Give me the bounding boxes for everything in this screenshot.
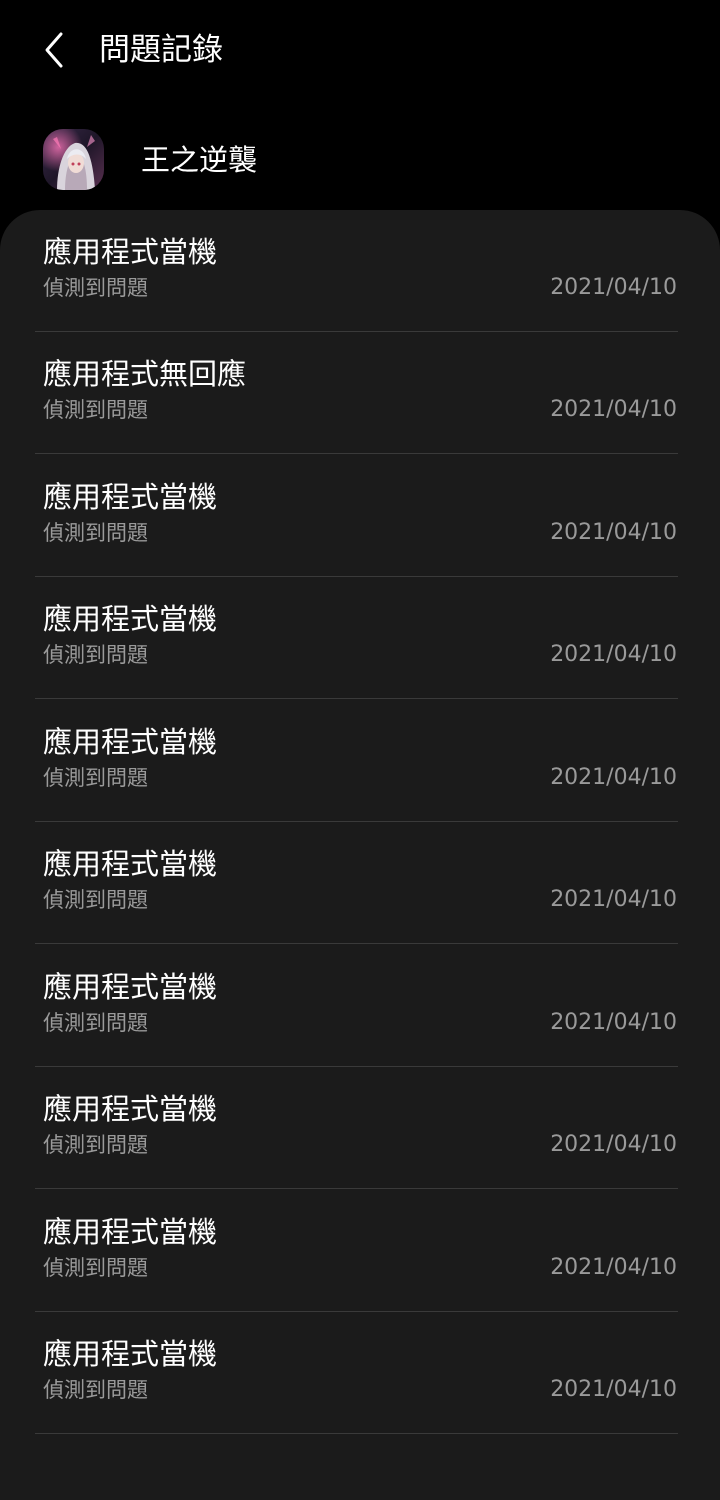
divider bbox=[35, 1433, 678, 1434]
item-subtitle: 偵測到問題 bbox=[43, 398, 148, 422]
item-date: 2021/04/10 bbox=[550, 765, 677, 790]
page-title: 問題記錄 bbox=[99, 32, 223, 68]
list-item[interactable]: 應用程式當機 偵測到問題 2021/04/10 bbox=[0, 1067, 720, 1189]
item-subtitle: 偵測到問題 bbox=[43, 766, 148, 790]
list-item[interactable]: 應用程式當機 偵測到問題 2021/04/10 bbox=[0, 1190, 720, 1312]
item-title: 應用程式當機 bbox=[43, 602, 218, 636]
item-subtitle: 偵測到問題 bbox=[43, 1256, 148, 1280]
app-name: 王之逆襲 bbox=[141, 143, 258, 177]
app-info-row: 王之逆襲 bbox=[0, 120, 720, 204]
item-title: 應用程式當機 bbox=[43, 970, 218, 1004]
item-title: 應用程式當機 bbox=[43, 1215, 218, 1249]
top-app-bar: 問題記錄 bbox=[0, 0, 720, 100]
item-subtitle: 偵測到問題 bbox=[43, 521, 148, 545]
item-subtitle: 偵測到問題 bbox=[43, 888, 148, 912]
divider bbox=[35, 943, 678, 944]
divider bbox=[35, 698, 678, 699]
item-title: 應用程式當機 bbox=[43, 480, 218, 514]
item-date: 2021/04/10 bbox=[550, 520, 677, 545]
item-title: 應用程式當機 bbox=[43, 1092, 218, 1126]
item-subtitle: 偵測到問題 bbox=[43, 643, 148, 667]
item-date: 2021/04/10 bbox=[550, 642, 677, 667]
item-date: 2021/04/10 bbox=[550, 397, 677, 422]
item-subtitle: 偵測到問題 bbox=[43, 1133, 148, 1157]
problem-history-list: 應用程式當機 偵測到問題 2021/04/10 應用程式無回應 偵測到問題 20… bbox=[0, 210, 720, 1500]
divider bbox=[35, 453, 678, 454]
app-avatar-icon bbox=[43, 129, 104, 190]
item-subtitle: 偵測到問題 bbox=[43, 276, 148, 300]
list-item[interactable]: 應用程式當機 偵測到問題 2021/04/10 bbox=[0, 577, 720, 699]
item-subtitle: 偵測到問題 bbox=[43, 1378, 148, 1402]
list-item[interactable]: 應用程式當機 偵測到問題 2021/04/10 bbox=[0, 1312, 720, 1434]
item-date: 2021/04/10 bbox=[550, 1132, 677, 1157]
list-item[interactable]: 應用程式當機 偵測到問題 2021/04/10 bbox=[0, 455, 720, 577]
item-title: 應用程式當機 bbox=[43, 1337, 218, 1371]
chevron-left-icon bbox=[45, 32, 63, 68]
item-date: 2021/04/10 bbox=[550, 1255, 677, 1280]
back-button[interactable] bbox=[30, 26, 78, 74]
item-date: 2021/04/10 bbox=[550, 887, 677, 912]
item-date: 2021/04/10 bbox=[550, 275, 677, 300]
item-title: 應用程式無回應 bbox=[43, 357, 247, 391]
list-item[interactable]: 應用程式當機 偵測到問題 2021/04/10 bbox=[0, 822, 720, 944]
list-item[interactable]: 應用程式無回應 偵測到問題 2021/04/10 bbox=[0, 332, 720, 454]
list-item[interactable]: 應用程式當機 偵測到問題 2021/04/10 bbox=[0, 210, 720, 332]
divider bbox=[35, 1188, 678, 1189]
item-title: 應用程式當機 bbox=[43, 235, 218, 269]
list-item[interactable]: 應用程式當機 偵測到問題 2021/04/10 bbox=[0, 945, 720, 1067]
item-date: 2021/04/10 bbox=[550, 1010, 677, 1035]
item-subtitle: 偵測到問題 bbox=[43, 1011, 148, 1035]
item-date: 2021/04/10 bbox=[550, 1377, 677, 1402]
list-item[interactable]: 應用程式當機 偵測到問題 2021/04/10 bbox=[0, 700, 720, 822]
item-title: 應用程式當機 bbox=[43, 725, 218, 759]
item-title: 應用程式當機 bbox=[43, 847, 218, 881]
